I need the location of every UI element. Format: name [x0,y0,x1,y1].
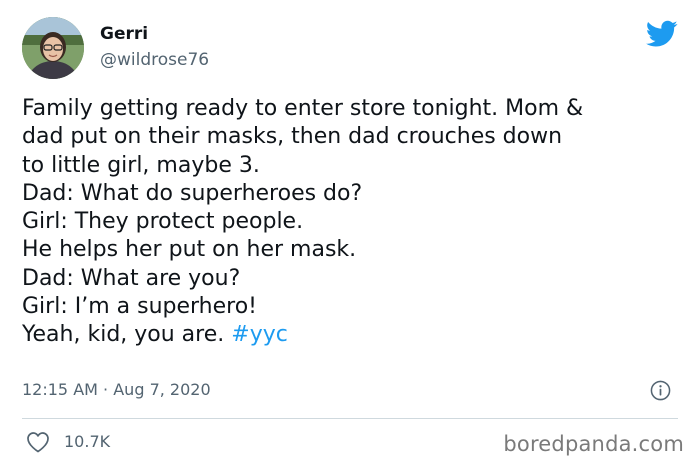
watermark: boredpanda.com [503,432,684,456]
hashtag-link[interactable]: #yyc [231,322,288,347]
info-icon[interactable] [650,380,671,401]
author-handle[interactable]: @wildrose76 [100,50,209,70]
tweet-line: He helps her put on her mask. [22,237,357,263]
tweet-line: Family getting ready to enter store toni… [22,96,584,121]
tweet-line: Dad: What do superheroes do? [22,180,363,206]
tweet-line: Girl: I’m a superhero! [22,294,257,320]
tweet-time: 12:15 AM [22,380,98,399]
tweet-line: Dad: What are you? [22,265,241,291]
meta-separator: · [103,380,109,399]
tweet-card: Gerri @wildrose76 Family getting ready t… [0,0,700,471]
tweet-timestamp[interactable]: 12:15 AM · Aug 7, 2020 [22,380,211,400]
avatar[interactable] [22,17,84,79]
heart-icon[interactable] [26,431,50,453]
tweet-text: Family getting ready to enter store toni… [22,95,687,350]
tweet-line: to little girl, maybe 3. [22,152,260,178]
twitter-bird-icon[interactable] [646,20,678,48]
like-count[interactable]: 10.7K [64,432,110,452]
tweet-line-last: Yeah, kid, you are. #yyc [22,321,687,349]
author-name[interactable]: Gerri [100,24,148,44]
tweet-date: Aug 7, 2020 [113,380,211,399]
avatar-image [22,17,84,79]
tweet-line: Yeah, kid, you are. [22,322,225,348]
tweet-line: dad put on their masks, then dad crouche… [22,124,563,150]
tweet-line: Girl: They protect people. [22,209,304,235]
divider [22,418,678,419]
